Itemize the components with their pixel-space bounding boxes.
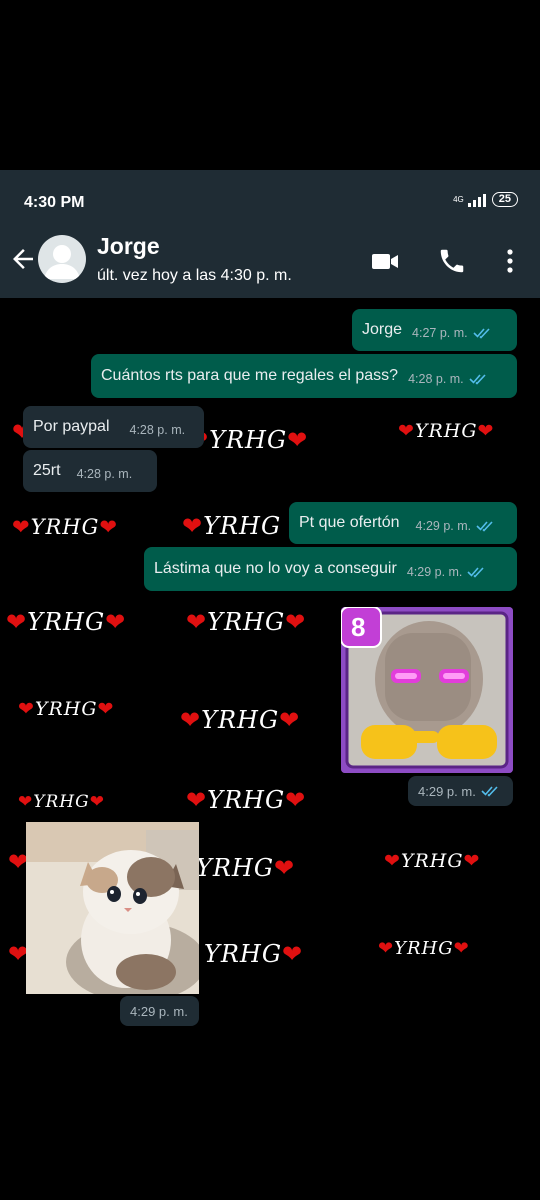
message-in[interactable]: 25rt 4:28 p. m. xyxy=(23,450,157,492)
message-text: 25rt xyxy=(33,462,61,479)
sticker-time: 4:29 p. m. xyxy=(408,776,513,806)
chat-header: Jorge últ. vez hoy a las 4:30 p. m. xyxy=(0,222,540,298)
message-meta: 4:29 p. m. xyxy=(416,519,499,533)
network-type: 4G xyxy=(453,194,464,204)
back-arrow-icon[interactable] xyxy=(8,244,38,274)
double-check-icon xyxy=(469,374,486,385)
screen-top-area xyxy=(0,0,540,170)
message-out[interactable]: Lástima que no lo voy a conseguir 4:29 p… xyxy=(144,547,517,591)
double-check-icon xyxy=(476,521,493,532)
contact-name[interactable]: Jorge xyxy=(97,233,160,260)
more-options-icon[interactable] xyxy=(495,246,525,276)
last-seen-status: últ. vez hoy a las 4:30 p. m. xyxy=(97,267,292,284)
message-text: Jorge xyxy=(362,321,403,338)
signal-icon xyxy=(467,193,486,207)
image-time: 4:29 p. m. xyxy=(120,996,199,1026)
message-meta: 4:28 p. m. xyxy=(408,372,491,386)
message-meta: 4:28 p. m. xyxy=(76,467,133,481)
kitten-image xyxy=(26,822,199,994)
video-call-icon[interactable] xyxy=(370,246,400,276)
message-text: Pt que ofertón xyxy=(299,514,400,531)
contact-avatar[interactable] xyxy=(38,235,86,283)
message-meta: 4:27 p. m. xyxy=(412,326,495,340)
double-check-icon xyxy=(473,328,490,339)
message-text: Cuántos rts para que me regales el pass? xyxy=(101,367,399,384)
message-out[interactable]: Pt que ofertón 4:29 p. m. xyxy=(289,502,517,544)
message-out[interactable]: Cuántos rts para que me regales el pass?… xyxy=(91,354,517,398)
elixir-badge: 8 xyxy=(351,612,366,642)
double-check-icon xyxy=(467,567,484,578)
double-check-icon xyxy=(481,786,498,797)
kitten-photo[interactable] xyxy=(26,822,199,994)
battery-icon: 25 xyxy=(491,192,518,207)
chat-area[interactable]: ❤ ❤YRHG❤ ❤YRHG❤ ❤YRHG❤ ❤YRHG ❤YRHG❤ ❤YRH… xyxy=(0,298,540,1200)
message-out[interactable]: Jorge 4:27 p. m. xyxy=(352,309,517,351)
message-meta: 4:28 p. m. xyxy=(129,423,186,437)
status-icons: 4G 25 xyxy=(453,192,518,207)
message-text: Por paypal xyxy=(33,418,110,435)
message-in[interactable]: Por paypal 4:28 p. m. xyxy=(23,406,204,448)
golem-card-image xyxy=(341,607,513,773)
status-bar: 4:30 PM 4G 25 xyxy=(0,170,540,222)
golem-sticker[interactable]: 8 xyxy=(341,607,513,773)
avatar-person-icon xyxy=(44,245,80,279)
status-time: 4:30 PM xyxy=(24,194,85,211)
message-meta: 4:29 p. m. xyxy=(407,565,490,579)
voice-call-icon[interactable] xyxy=(437,246,467,276)
message-text: Lástima que no lo voy a conseguir xyxy=(154,560,397,577)
